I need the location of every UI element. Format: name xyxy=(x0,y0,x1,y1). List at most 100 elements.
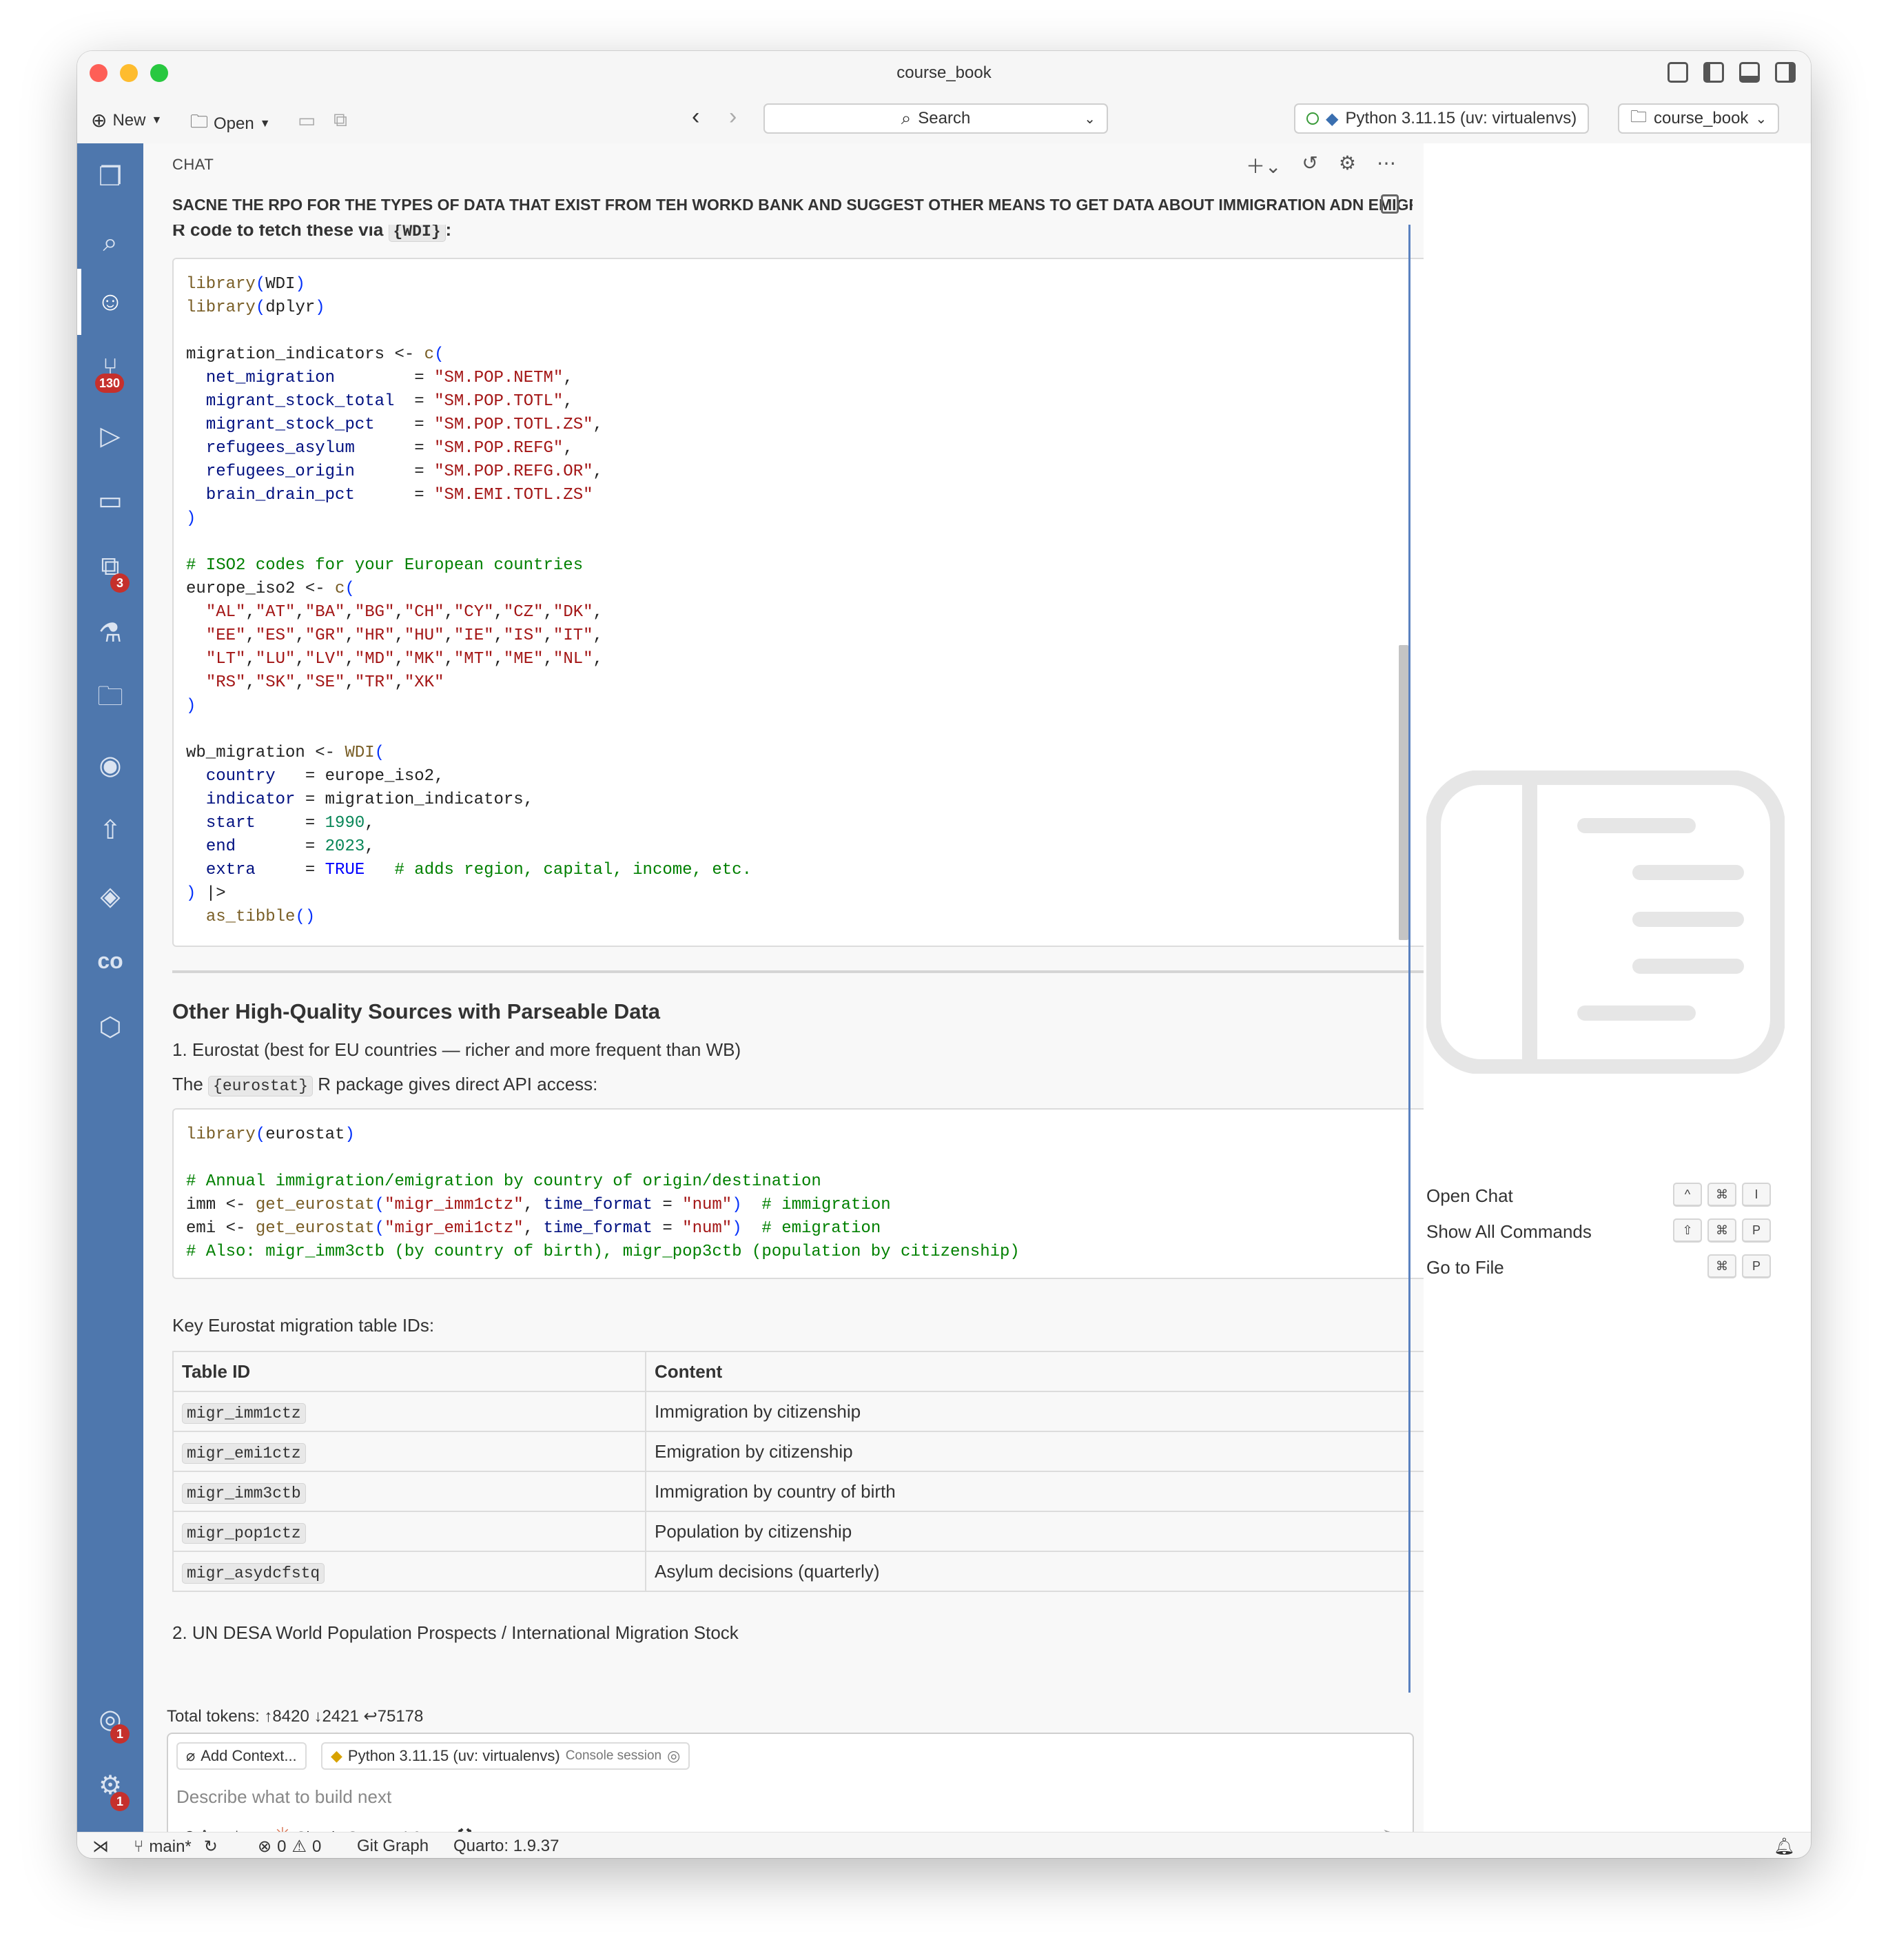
table-cell-id: migr_pop1ctz xyxy=(172,1511,646,1552)
chat-header: CHAT xyxy=(172,156,214,173)
python-icon: ◆ xyxy=(1326,109,1339,128)
search-label: Search xyxy=(918,109,971,127)
folders-icon[interactable]: 🗀 xyxy=(94,682,127,715)
save-all-icon[interactable]: ⧉ xyxy=(334,109,347,132)
publish-upload-icon[interactable]: ⇧ xyxy=(94,813,127,846)
back-arrow-icon[interactable]: ‹ xyxy=(692,103,699,130)
paperclip-icon: ⌀ xyxy=(186,1747,196,1764)
shortcut-show-all-commands[interactable]: Show All Commands ⇧ ⌘ P xyxy=(1426,1218,1771,1243)
inline-code: migr_emi1ctz xyxy=(182,1442,306,1464)
add-context-button[interactable]: ⌀ Add Context... xyxy=(176,1742,307,1770)
inline-code: {eurostat} xyxy=(208,1076,314,1096)
table-header-row: Table ID Content xyxy=(172,1351,1433,1392)
window-title: course_book xyxy=(896,63,992,82)
run-debug-icon[interactable]: ▷ xyxy=(94,419,127,452)
chat-scrollbar[interactable] xyxy=(1399,645,1408,940)
layout-controls xyxy=(1668,62,1796,83)
toggle-panel-icon[interactable] xyxy=(1739,62,1760,83)
sync-icon: ↻ xyxy=(203,1837,218,1856)
remote-explorer-icon[interactable]: ▭ xyxy=(94,484,127,517)
branch-indicator[interactable]: ⑂ main* ↻ xyxy=(134,1837,218,1857)
package-cube-icon[interactable]: ⬡ xyxy=(94,1010,127,1043)
eurostat-package-text: The {eurostat} R package gives direct AP… xyxy=(172,1074,598,1096)
notifications-bell-icon[interactable]: 🔔︎ xyxy=(1774,1837,1794,1857)
settings-gear-icon[interactable]: ⚙ xyxy=(1339,152,1356,179)
github-icon[interactable]: ◉ xyxy=(94,748,127,782)
quarto-version[interactable]: Quarto: 1.9.37 xyxy=(453,1837,559,1856)
table-cell-content: Emigration by citizenship xyxy=(645,1431,1433,1472)
extensions-badge: 3 xyxy=(110,573,130,593)
table-cell-content: Immigration by citizenship xyxy=(645,1391,1433,1432)
code-line: "AL","AT","BA","BG","CH","CY","CZ","DK", xyxy=(205,603,603,622)
table-cell-id: migr_imm3ctb xyxy=(172,1471,646,1512)
interpreter-selector[interactable]: ◆ Python 3.11.15 (uv: virtualenvs) xyxy=(1294,103,1590,134)
shortcut-open-chat[interactable]: Open Chat ^ ⌘ I xyxy=(1426,1183,1771,1207)
code-line: # Annual immigration/emigration by count… xyxy=(186,1172,821,1191)
code-line: ​ xyxy=(186,1147,1421,1170)
account-badge: 1 xyxy=(110,1724,130,1744)
code-block-eurostat[interactable]: library(eurostat) ​ # Annual immigration/e… xyxy=(172,1108,1433,1279)
search-icon[interactable]: ⌕ xyxy=(94,226,127,259)
table-row: migr_pop1ctz Population by citizenship xyxy=(172,1511,1433,1552)
table-row: migr_imm3ctb Immigration by country of b… xyxy=(172,1471,1433,1512)
remote-indicator-icon[interactable]: ⋊ xyxy=(92,1837,109,1857)
shortcut-go-to-file[interactable]: Go to File ⌘ P xyxy=(1426,1254,1771,1278)
forward-arrow-icon[interactable]: › xyxy=(729,103,737,130)
code-line: "EE","ES","GR","HR","HU","IE","IS","IT", xyxy=(205,626,603,645)
code-block-wdi[interactable]: library(WDI) library(dplyr) ​ migration_ind… xyxy=(172,258,1433,947)
save-icon[interactable]: ▭ xyxy=(298,109,316,132)
open-button[interactable]: 🗀 Open ▼ xyxy=(190,109,271,139)
list-item-un-desa: 2. UN DESA World Population Prospects / … xyxy=(172,1622,739,1643)
code-line: library(dplyr) xyxy=(186,298,325,317)
code-line: # Also: migr_imm3ctb (by country of birt… xyxy=(186,1243,1020,1261)
keycap: ⌘ xyxy=(1707,1254,1736,1278)
problems-indicator[interactable]: ⊗ 0 ⚠ 0 xyxy=(258,1837,321,1857)
open-label: Open xyxy=(214,114,254,133)
chat-robot-icon[interactable]: ☺ xyxy=(94,285,127,318)
diamond-extension-icon[interactable]: ◈ xyxy=(94,879,127,912)
session-context-chip[interactable]: ◆ Python 3.11.15 (uv: virtualenvs) Conso… xyxy=(321,1742,690,1770)
warning-icon: ⚠ xyxy=(291,1837,307,1856)
shortcut-keys: ⇧ ⌘ P xyxy=(1668,1218,1771,1243)
code-line: ) xyxy=(186,697,196,715)
error-count: 0 xyxy=(277,1837,287,1856)
source-control-badge: 130 xyxy=(95,374,125,393)
search-bar[interactable]: ⌕ Search ⌄ xyxy=(763,103,1108,134)
active-indicator xyxy=(77,269,81,335)
shortcut-keys: ^ ⌘ I xyxy=(1668,1183,1771,1207)
session-chip-sub: Console session xyxy=(565,1748,662,1763)
explorer-icon[interactable]: ❐ xyxy=(94,160,127,193)
chat-messages[interactable]: R code to fetch these via {WDI}: library… xyxy=(172,225,1433,1693)
inline-code: {WDI} xyxy=(388,225,446,242)
code-line: migrant_stock_total = "SM.POP.TOTL", xyxy=(205,392,573,411)
keycap: P xyxy=(1742,1254,1771,1278)
git-graph-button[interactable]: Git Graph xyxy=(357,1837,429,1856)
code-line: refugees_origin = "SM.POP.REFG.OR", xyxy=(205,462,603,481)
chat-input-placeholder[interactable]: Describe what to build next xyxy=(176,1786,391,1808)
testing-flask-icon[interactable]: ⚗ xyxy=(94,616,127,649)
toggle-primary-sidebar-icon[interactable] xyxy=(1703,62,1724,83)
toggle-sessions-icon[interactable] xyxy=(1381,194,1399,214)
status-circle-icon xyxy=(1306,112,1319,125)
text-suffix: R package gives direct API access: xyxy=(313,1074,598,1094)
message-text-prefix: R code to fetch these via xyxy=(172,225,389,240)
history-icon[interactable]: ↺ xyxy=(1302,152,1317,179)
toggle-secondary-sidebar-icon[interactable] xyxy=(1775,62,1796,83)
table-header-cell: Content xyxy=(645,1351,1433,1392)
new-chat-plus-icon[interactable]: ＋⌄ xyxy=(1246,152,1281,179)
table-cell-id: migr_emi1ctz xyxy=(172,1431,646,1472)
code-line: extra = TRUE # adds region, capital, inc… xyxy=(205,861,752,879)
customize-layout-icon[interactable] xyxy=(1668,62,1688,83)
search-icon: ⌕ xyxy=(901,108,912,128)
keycap: ⌘ xyxy=(1707,1183,1736,1207)
text-prefix: The xyxy=(172,1074,209,1094)
error-icon: ⊗ xyxy=(258,1837,272,1856)
new-button[interactable]: ⊕ New ▼ xyxy=(91,109,162,132)
code-line: end = 2023, xyxy=(205,837,375,856)
code-line: wb_migration <- WDI( xyxy=(186,744,385,762)
keycap: P xyxy=(1742,1218,1771,1243)
more-actions-icon[interactable]: ⋯ xyxy=(1377,152,1396,179)
co-extension-icon[interactable]: co xyxy=(94,944,127,977)
folder-selector[interactable]: 🗀 course_book ⌄ xyxy=(1618,103,1780,134)
shortcut-label: Show All Commands xyxy=(1426,1221,1592,1242)
